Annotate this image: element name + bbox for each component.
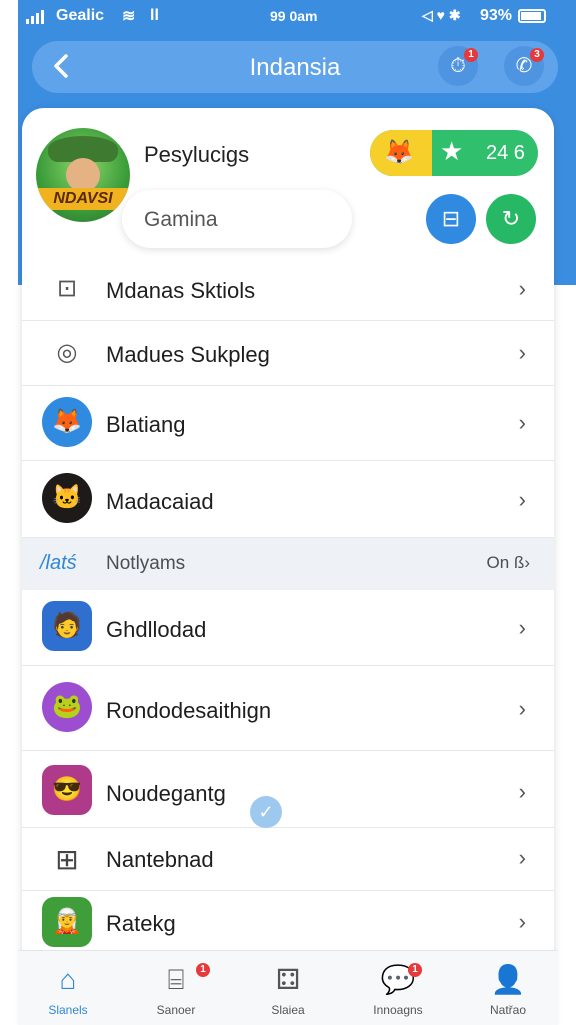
top-nav-bar: Indansia ⏱ 1 ✆ 3 xyxy=(32,41,558,93)
profile-subtitle: Gamina xyxy=(144,208,218,231)
chevron-right-icon: › xyxy=(518,696,526,721)
main-card: NDAVSI Pesylucigs Gamina 🦊 ★ 24 6 ⊟ ↻ ⊡ … xyxy=(22,108,554,1024)
status-icons: ◁ ♥ ✱ xyxy=(422,7,461,23)
list-label: Noudegantg xyxy=(106,781,226,806)
menu-row[interactable]: 🐱 Madacaiad › xyxy=(22,461,554,538)
menu-label: Madacaiad xyxy=(106,489,214,514)
game-avatar-icon: 🧝 xyxy=(42,897,92,947)
bottom-tab-bar: ⌂ Slanels ⌸ 1 Sanoer ⚃ Slaiea 💬 1 Innoag… xyxy=(18,950,558,1025)
status-time: 99 0am xyxy=(270,8,318,24)
store-badge: 1 xyxy=(196,963,210,977)
status-extra: ll xyxy=(150,7,159,24)
menu-row[interactable]: ⊡ Mdanas Sktiols › xyxy=(22,258,554,321)
score-pill[interactable]: 🦊 ★ 24 6 xyxy=(370,130,538,176)
chevron-right-icon: › xyxy=(518,487,526,512)
score-value: 24 6 xyxy=(486,142,525,164)
gamepad-button[interactable]: ⊟ xyxy=(426,194,476,244)
wifi-icon: ≋ xyxy=(122,8,136,25)
chevron-right-icon: › xyxy=(518,340,526,365)
tab-label: Slaiea xyxy=(271,1003,305,1017)
list-label: Nantebnad xyxy=(106,847,214,872)
tab-label: Natřao xyxy=(489,1003,527,1017)
tab-home[interactable]: ⌂ Slanels xyxy=(18,951,118,1025)
chevron-right-icon: › xyxy=(518,276,526,301)
plus-tag-icon: ⊞ xyxy=(55,844,79,875)
alert-icon: ⏱ xyxy=(450,55,466,77)
star-icon: ★ xyxy=(440,136,464,166)
chevron-right-icon: › xyxy=(518,845,526,870)
menu-label: Blatiang xyxy=(106,412,186,437)
tab-label: Innoagns xyxy=(373,1003,423,1017)
list-label: Ghdllodad xyxy=(106,617,207,642)
section-label: Notlyams xyxy=(106,553,186,574)
check-icon[interactable]: ✓ xyxy=(250,796,282,828)
chevron-right-icon: › xyxy=(518,410,526,435)
menu-label: Mdanas Sktiols xyxy=(106,278,256,303)
fox-icon: 🦊 xyxy=(384,139,414,166)
alert-badge: 1 xyxy=(464,48,478,62)
chat-tab-badge: 1 xyxy=(408,963,422,977)
list-label: Rondodesaithign xyxy=(106,698,272,723)
game-avatar-icon: 😎 xyxy=(42,765,92,815)
menu-label: Madues Sukpleg xyxy=(106,342,270,367)
gamepad-icon: ⊟ xyxy=(441,206,461,231)
refresh-button[interactable]: ↻ xyxy=(486,194,536,244)
page-title: Indansia xyxy=(249,54,341,81)
section-header[interactable]: /latś Notlyams On ß› xyxy=(22,538,554,590)
tab-profile[interactable]: 👤 Natřao xyxy=(458,951,558,1025)
chat-button[interactable]: ✆ 3 xyxy=(504,46,544,86)
user-icon: 👤 xyxy=(490,964,526,995)
store-icon: ⌸ xyxy=(167,964,185,995)
home-icon: ⌂ xyxy=(59,964,77,995)
list-item[interactable]: 🧝 Ratekg › xyxy=(22,891,554,951)
instagram-icon: ◎ xyxy=(56,339,78,366)
left-edge xyxy=(0,0,18,285)
character-avatar-icon: 🐱 xyxy=(42,473,92,523)
tab-label: Sanoer xyxy=(156,1003,196,1017)
avatar-face xyxy=(66,158,100,192)
list-item[interactable]: ⊞ Nantebnad › xyxy=(22,828,554,891)
battery-percent: 93% xyxy=(480,7,513,24)
avatar-tag: NDAVSI xyxy=(36,188,130,210)
menu-row[interactable]: ◎ Madues Sukpleg › xyxy=(22,321,554,386)
status-bar: Gealic ≋ ll 99 0am ◁ ♥ ✱ 93% xyxy=(18,0,558,34)
game-avatar-icon: 🐸 xyxy=(42,682,92,732)
profile-avatar[interactable]: NDAVSI xyxy=(36,128,130,222)
tab-dice[interactable]: ⚃ Slaiea xyxy=(238,951,338,1025)
list-item[interactable]: 🐸 Rondodesaithign › xyxy=(22,666,554,751)
chat-badge: 3 xyxy=(530,48,544,62)
carrier-name: Gealic xyxy=(56,7,105,24)
bag-icon: ⊡ xyxy=(56,275,78,302)
tab-label: Slanels xyxy=(48,1003,88,1017)
refresh-icon: ↻ xyxy=(501,206,521,231)
tab-chat[interactable]: 💬 1 Innoagns xyxy=(348,951,448,1025)
fox-avatar-icon: 🦊 xyxy=(42,397,92,447)
profile-subtitle-chip[interactable]: Gamina xyxy=(122,190,352,248)
menu-row[interactable]: 🦊 Blatiang › xyxy=(22,386,554,461)
dice-icon: ⚃ xyxy=(275,964,301,995)
tab-store[interactable]: ⌸ 1 Sanoer xyxy=(126,951,226,1025)
profile-name: Pesylucigs xyxy=(144,142,250,167)
list-label: Ratekg xyxy=(106,911,176,936)
chevron-right-icon: › xyxy=(518,615,526,640)
signal-icon xyxy=(26,10,44,24)
section-icon: /latś xyxy=(40,552,77,574)
section-action: On ß› xyxy=(486,553,530,572)
game-avatar-icon: 🧑 xyxy=(42,601,92,651)
battery-icon xyxy=(518,9,546,23)
chevron-right-icon: › xyxy=(518,909,526,934)
chevron-right-icon: › xyxy=(518,779,526,804)
alert-button[interactable]: ⏱ 1 xyxy=(438,46,478,86)
list-item[interactable]: 😎 Noudegantg › xyxy=(22,751,554,828)
list-item[interactable]: 🧑 Ghdllodad › xyxy=(22,591,554,666)
